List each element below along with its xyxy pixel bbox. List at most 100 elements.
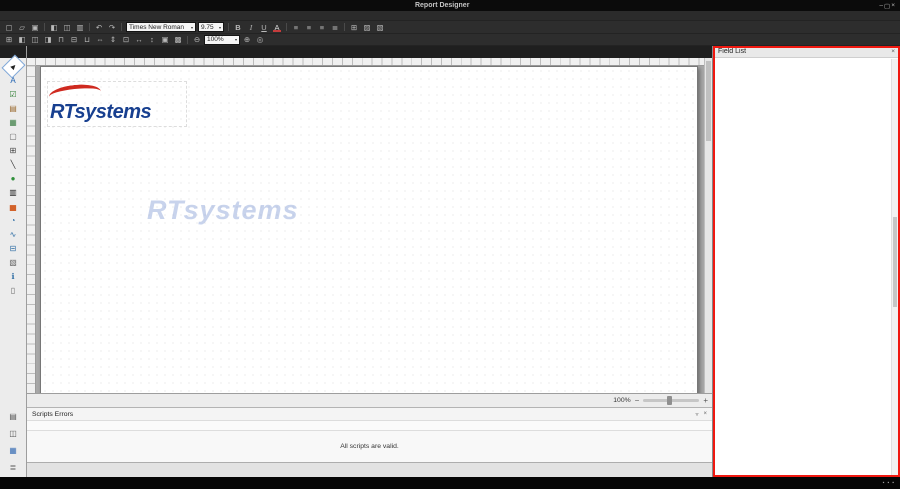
design-surface[interactable]: RTsystems RTsystems	[27, 58, 712, 393]
richtext-tool[interactable]: ▤	[5, 102, 22, 115]
background-color-icon[interactable]: ▨	[361, 22, 373, 33]
align-icon-group: ≡≡≡≣	[290, 22, 341, 33]
zoom-slider-thumb[interactable]	[667, 396, 672, 405]
copy-icon[interactable]: ◫	[61, 22, 73, 33]
font-color-button[interactable]: A	[271, 22, 283, 33]
italic-button[interactable]: I	[245, 22, 257, 33]
pivotgrid-tool[interactable]: ⊟	[5, 242, 22, 255]
sparkline-tool[interactable]: ∿	[5, 228, 22, 241]
grid-tool[interactable]: ▦	[5, 444, 22, 457]
align-left-icon[interactable]: ≡	[290, 22, 302, 33]
barcode-tool[interactable]: ▥	[5, 186, 22, 199]
paste-icon[interactable]: ▥	[74, 22, 86, 33]
zoom-slider[interactable]	[643, 399, 699, 402]
design-vertical-scrollbar[interactable]	[704, 58, 712, 393]
magnifier-icon[interactable]: ◎	[254, 34, 266, 45]
zoom-out-button[interactable]: −	[635, 396, 640, 405]
new-report-icon[interactable]: ▢	[3, 22, 15, 33]
align-centers-icon[interactable]: ◫	[29, 34, 41, 45]
document-tab-bar	[27, 46, 712, 58]
field-list-tree	[713, 58, 900, 477]
layout-icon-group: ⊞◧◫◨⊓⊟⊔⇔⇕⊡↔↕▣▩	[3, 34, 184, 45]
window-controls: –▢×	[879, 2, 895, 10]
view-tab-bar: 100% − +	[27, 393, 712, 407]
print-preview-tool[interactable]: ▤	[5, 410, 22, 423]
space-horizontally-icon[interactable]: ↔	[133, 34, 145, 45]
undo-icon[interactable]: ↶	[93, 22, 105, 33]
tray-icon[interactable]: ▪	[892, 480, 894, 486]
pageinfo-tool[interactable]: ℹ	[5, 270, 22, 283]
underline-button[interactable]: U	[258, 22, 270, 33]
same-size-icon[interactable]: ⊡	[120, 34, 132, 45]
taskbar: ▪▪▪	[0, 477, 900, 489]
clipboard-icon-group: ◧◫▥	[48, 22, 86, 33]
tray-icon[interactable]: ▪	[887, 480, 889, 486]
align-right-edges-icon[interactable]: ◨	[42, 34, 54, 45]
minimize-button[interactable]: –	[879, 2, 883, 9]
align-middles-icon[interactable]: ⊟	[68, 34, 80, 45]
maximize-button[interactable]: ▢	[884, 2, 890, 10]
style-icon[interactable]: ▧	[374, 22, 386, 33]
workspace: ►A☑▤▦▢⊞╲●▥▅◔∿⊟▧ℹ▯ ▤◫▦≣ RTsystems RTsyste…	[0, 46, 900, 477]
gauge-tool[interactable]: ◔	[5, 214, 22, 227]
misc-icon-group: ⊞▨▧	[348, 22, 386, 33]
open-report-icon[interactable]: ▱	[16, 22, 28, 33]
zoom-combo[interactable]: 100% ▾	[204, 35, 240, 45]
zoom-out-icon[interactable]: ⊖	[191, 34, 203, 45]
vertical-ruler	[27, 66, 36, 393]
close-icon[interactable]: ×	[703, 411, 707, 418]
zoom-in-icon[interactable]: ⊕	[241, 34, 253, 45]
align-tops-icon[interactable]: ⊓	[55, 34, 67, 45]
chart-tool[interactable]: ▅	[5, 200, 22, 213]
justify-icon[interactable]: ≣	[329, 22, 341, 33]
title-bar: Report Designer –▢×	[0, 0, 900, 11]
bring-to-front-icon[interactable]: ▣	[159, 34, 171, 45]
snap-to-grid-icon[interactable]: ⊞	[3, 34, 15, 45]
history-icon-group: ↶↷	[93, 22, 118, 33]
shape-tool[interactable]: ●	[5, 172, 22, 185]
pin-icon[interactable]: ▿	[695, 411, 698, 418]
field-list-panel: Field List ×	[712, 46, 900, 477]
line-tool[interactable]: ╲	[5, 158, 22, 171]
toolbar-separator	[286, 23, 287, 31]
table-tool[interactable]: ⊞	[5, 144, 22, 157]
bold-button[interactable]: B	[232, 22, 244, 33]
tray-icon[interactable]: ▪	[883, 480, 885, 486]
company-logo[interactable]: RTsystems	[47, 81, 187, 127]
field-list-scrollbar[interactable]	[891, 59, 898, 475]
align-right-icon[interactable]: ≡	[316, 22, 328, 33]
report-page[interactable]: RTsystems RTsystems	[40, 66, 698, 393]
panel-tool[interactable]: ▢	[5, 130, 22, 143]
checkbox-tool[interactable]: ☑	[5, 88, 22, 101]
scrollbar-thumb[interactable]	[893, 217, 897, 307]
panel-buttons: ▿ ×	[695, 411, 707, 418]
bottom-panel-tab-bar	[27, 462, 712, 477]
same-width-icon[interactable]: ⇔	[94, 34, 106, 45]
align-left-edges-icon[interactable]: ◧	[16, 34, 28, 45]
field-list-header: Field List ×	[713, 46, 900, 58]
align-center-icon[interactable]: ≡	[303, 22, 315, 33]
same-height-icon[interactable]: ⇕	[107, 34, 119, 45]
scripts-errors-header: Scripts Errors ▿ ×	[27, 408, 712, 420]
scrollbar-thumb[interactable]	[706, 61, 711, 141]
align-bottoms-icon[interactable]: ⊔	[81, 34, 93, 45]
close-icon[interactable]: ×	[891, 48, 895, 55]
page-setup-tool[interactable]: ◫	[5, 427, 22, 440]
space-vertically-icon[interactable]: ↕	[146, 34, 158, 45]
font-name-combo[interactable]: Times New Roman ▾	[126, 22, 196, 32]
save-report-icon[interactable]: ▣	[29, 22, 41, 33]
crossband-tool[interactable]: ▯	[5, 284, 22, 297]
send-to-back-icon[interactable]: ▩	[172, 34, 184, 45]
close-button[interactable]: ×	[891, 2, 895, 9]
zoom-in-button[interactable]: +	[703, 396, 708, 405]
list-tool[interactable]: ≣	[5, 461, 22, 474]
zoom-level: 100%	[613, 397, 630, 404]
picturebox-tool[interactable]: ▦	[5, 116, 22, 129]
redo-icon[interactable]: ↷	[106, 22, 118, 33]
zoom-control: 100% − +	[613, 396, 708, 405]
subreport-tool[interactable]: ▧	[5, 256, 22, 269]
logo-text: RTsystems	[50, 101, 151, 124]
borders-icon[interactable]: ⊞	[348, 22, 360, 33]
cut-icon[interactable]: ◧	[48, 22, 60, 33]
font-size-combo[interactable]: 9.75 ▾	[198, 22, 224, 32]
